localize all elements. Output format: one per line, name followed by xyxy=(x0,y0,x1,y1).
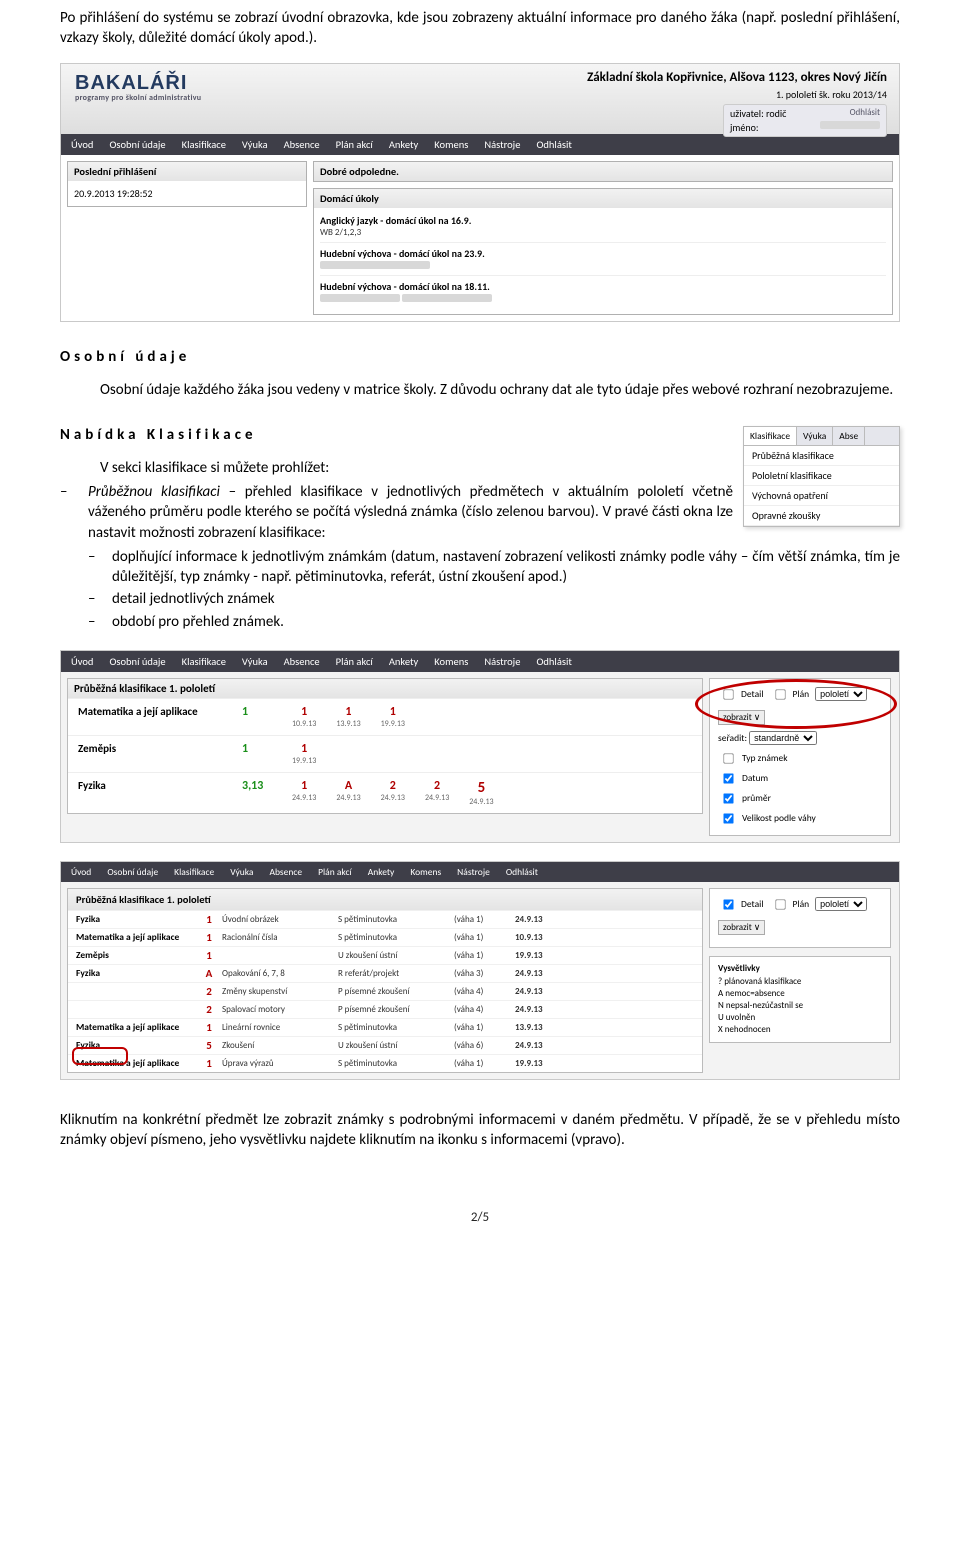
menu-item[interactable]: Výuka xyxy=(230,866,253,878)
menu-item[interactable]: Absence xyxy=(284,655,320,668)
menu-item[interactable]: Úvod xyxy=(71,655,93,668)
mark-detail-row[interactable]: Fyzika5ZkoušeníU zkoušení ústní(váha 6)2… xyxy=(68,1036,702,1054)
menu-item[interactable]: Osobní údaje xyxy=(107,866,158,878)
logout-link[interactable]: Odhlásit xyxy=(850,107,880,120)
paragraph-osobni: Osobní údaje každého žáka jsou vedeny v … xyxy=(60,380,900,400)
menu-item[interactable]: Absence xyxy=(269,866,302,878)
period-select[interactable]: pololetí xyxy=(815,687,867,701)
menu-item[interactable]: Odhlásit xyxy=(506,866,538,878)
blurred-username xyxy=(820,121,880,129)
main-menu[interactable]: Úvod Osobní údaje Klasifikace Výuka Abse… xyxy=(61,651,899,672)
menu-item[interactable]: Odhlásit xyxy=(536,138,571,151)
menu-item[interactable]: Úvod xyxy=(71,866,91,878)
screenshot-marks-overview: Úvod Osobní údaje Klasifikace Výuka Abse… xyxy=(60,650,900,843)
homework-panel-header: Domácí úkoly xyxy=(314,189,892,208)
menu-item[interactable]: Odhlásit xyxy=(536,655,571,668)
options-box: Detail Plán pololetí zobrazit ∨ xyxy=(709,888,891,948)
menu-item[interactable]: Klasifikace xyxy=(182,655,226,668)
prumer-checkbox[interactable]: průměr xyxy=(718,789,882,808)
menu-item[interactable]: Nástroje xyxy=(457,866,490,878)
screenshot-home: BAKALÁŘI programy pro školní administrat… xyxy=(60,63,900,322)
homework-item: Hudební výchova - domácí úkol na 23.9. xyxy=(320,247,886,276)
mark-detail-row[interactable]: Matematika a její aplikace1Racionální čí… xyxy=(68,928,702,946)
mark-detail-row[interactable]: Zeměpis1U zkoušení ústní(váha 1)19.9.13 xyxy=(68,946,702,964)
datum-checkbox[interactable]: Datum xyxy=(718,769,882,788)
dropdown-tab[interactable]: Abse xyxy=(833,427,865,445)
intro-paragraph: Po přihlášení do systému se zobrazí úvod… xyxy=(60,8,900,49)
mark-detail-row[interactable]: Fyzika1Úvodní obrázekS pětiminutovka(váh… xyxy=(68,910,702,928)
footer-paragraph: Kliknutím na konkrétní předmět lze zobra… xyxy=(60,1110,900,1151)
bullet-prubezna: Průběžnou klasifikaci – přehled klasifik… xyxy=(88,482,900,543)
plan-checkbox[interactable]: Plán xyxy=(770,685,810,704)
sort-select[interactable]: standardně xyxy=(749,731,817,745)
menu-item[interactable]: Nástroje xyxy=(484,655,520,668)
show-button[interactable]: zobrazit ∨ xyxy=(718,920,765,935)
menu-item[interactable]: Výuka xyxy=(242,655,268,668)
app-logo: BAKALÁŘI programy pro školní administrat… xyxy=(61,64,260,134)
menu-item[interactable]: Úvod xyxy=(71,138,93,151)
page-number: 2/5 xyxy=(60,1210,900,1225)
menu-item[interactable]: Nástroje xyxy=(484,138,520,151)
plan-checkbox[interactable]: Plán xyxy=(770,895,810,914)
menu-item[interactable]: Absence xyxy=(284,138,320,151)
main-menu[interactable]: Úvod Osobní údaje Klasifikace Výuka Abse… xyxy=(61,134,899,155)
menu-item[interactable]: Klasifikace xyxy=(174,866,214,878)
school-title: Základní škola Kopřivnice, Alšova 1123, … xyxy=(587,70,887,85)
menu-item[interactable]: Klasifikace xyxy=(182,138,226,151)
subject-row[interactable]: Matematika a její aplikace 1 110.9.13 11… xyxy=(68,698,702,735)
mark-detail-row[interactable]: 2Spalovací motoryP písemné zkoušení(váha… xyxy=(68,1000,702,1018)
menu-item[interactable]: Plán akcí xyxy=(336,138,373,151)
velikost-checkbox[interactable]: Velikost podle váhy xyxy=(718,809,882,828)
mark-detail-row[interactable]: FyzikaAOpakování 6, 7, 8R referát/projek… xyxy=(68,964,702,982)
screenshot-marks-detail: Úvod Osobní údaje Klasifikace Výuka Abse… xyxy=(60,861,900,1080)
menu-item[interactable]: Osobní údaje xyxy=(109,138,165,151)
period-select[interactable]: pololetí xyxy=(815,897,867,911)
sub-bullet: doplňující informace k jednotlivým známk… xyxy=(112,547,900,588)
show-button[interactable]: zobrazit ∨ xyxy=(718,710,765,725)
homework-item: Anglický jazyk - domácí úkol na 16.9. WB… xyxy=(320,214,886,243)
marks-panel-title: Průběžná klasifikace 1. pololetí xyxy=(68,679,702,698)
heading-osobni-udaje: Osobní údaje xyxy=(60,348,900,366)
panel-last-login-header: Poslední přihlášení xyxy=(68,162,306,181)
detail-checkbox[interactable]: Detail xyxy=(718,685,764,704)
mark-detail-row[interactable]: 2Změny skupenstvíP písemné zkoušení(váha… xyxy=(68,982,702,1000)
typ-checkbox[interactable]: Typ známek xyxy=(718,749,882,768)
sub-bullet: detail jednotlivých známek xyxy=(112,589,900,609)
menu-item[interactable]: Plán akcí xyxy=(336,655,373,668)
last-login-value: 20.9.2013 19:28:52 xyxy=(68,181,306,206)
sub-bullet: období pro přehled známek. xyxy=(112,612,900,632)
options-box: Detail Plán pololetí zobrazit ∨ seřadit:… xyxy=(709,678,891,836)
menu-item[interactable]: Komens xyxy=(434,655,468,668)
dropdown-item[interactable]: Průběžná klasifikace xyxy=(744,446,899,466)
legend-box: Vysvětlivky ? plánovaná klasifikace A ne… xyxy=(709,956,891,1043)
mark-detail-row[interactable]: Matematika a její aplikace1Lineární rovn… xyxy=(68,1018,702,1036)
menu-item[interactable]: Ankety xyxy=(389,138,418,151)
marks-panel-title: Průběžná klasifikace 1. pololetí xyxy=(68,889,702,910)
dropdown-tab[interactable]: Výuka xyxy=(797,427,833,445)
subject-row[interactable]: Fyzika 3,13 124.9.13 A24.9.13 224.9.13 2… xyxy=(68,772,702,813)
menu-item[interactable]: Výuka xyxy=(242,138,268,151)
school-term: 1. pololetí šk. roku 2013/14 xyxy=(776,88,887,101)
subject-row[interactable]: Zeměpis 1 119.9.13 xyxy=(68,735,702,772)
user-box: uživatel: rodič Odhlásit jméno: xyxy=(723,104,887,137)
menu-item[interactable]: Ankety xyxy=(389,655,418,668)
menu-item[interactable]: Komens xyxy=(410,866,441,878)
annotation-rectangle xyxy=(72,1047,128,1065)
dropdown-tab[interactable]: Klasifikace xyxy=(744,427,797,445)
mark-detail-row[interactable]: Matematika a její aplikace1Úprava výrazů… xyxy=(68,1054,702,1072)
homework-item: Hudební výchova - domácí úkol na 18.11. xyxy=(320,280,886,308)
detail-checkbox[interactable]: Detail xyxy=(718,895,764,914)
main-menu[interactable]: Úvod Osobní údaje Klasifikace Výuka Abse… xyxy=(61,862,899,882)
menu-item[interactable]: Osobní údaje xyxy=(109,655,165,668)
menu-item[interactable]: Plán akcí xyxy=(318,866,352,878)
menu-item[interactable]: Ankety xyxy=(368,866,395,878)
greeting-panel: Dobré odpoledne. xyxy=(314,162,892,181)
menu-item[interactable]: Komens xyxy=(434,138,468,151)
